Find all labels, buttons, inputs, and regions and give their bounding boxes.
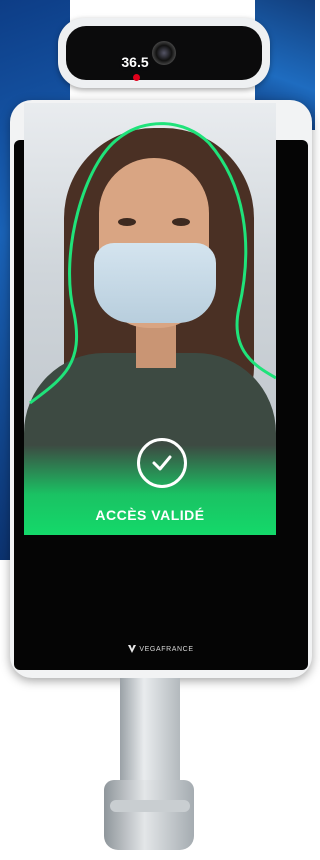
camera-module: [58, 18, 270, 88]
access-status-text: ACCÈS VALIDÉ: [95, 507, 205, 523]
temperature-marker-icon: [133, 74, 140, 81]
check-icon: [152, 455, 172, 471]
temperature-reading: 36.5: [121, 54, 149, 70]
v-logo-icon: [128, 645, 137, 653]
brand-name: VEGAFRANCE: [139, 645, 194, 653]
stand-pole: [120, 678, 180, 786]
brand-label: VEGAFRANCE: [10, 645, 312, 653]
camera-feed-screen: ACCÈS VALIDÉ: [24, 103, 276, 535]
stand-base-ring: [110, 800, 190, 812]
camera-glass: [66, 26, 262, 80]
stand-base: [104, 780, 194, 850]
status-check-badge: [137, 438, 187, 488]
